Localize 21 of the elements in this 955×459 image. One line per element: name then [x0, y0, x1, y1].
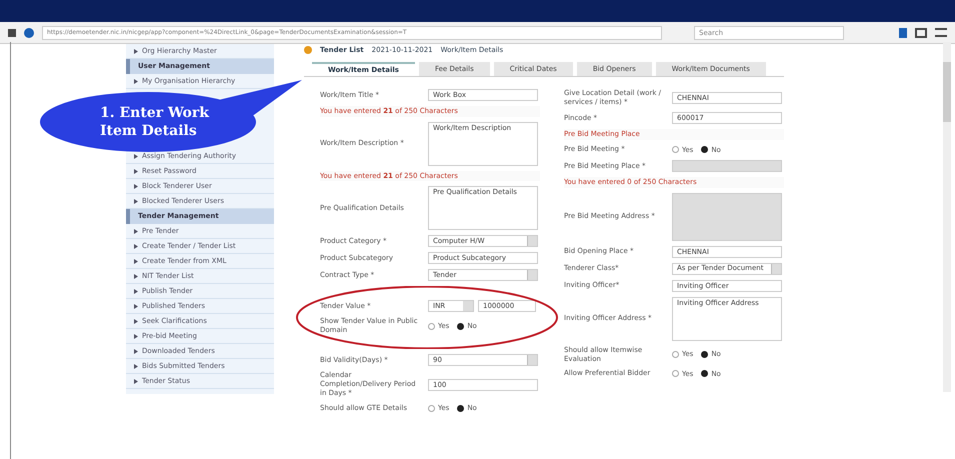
bullet-arrow-icon	[134, 228, 138, 234]
bullet-arrow-icon	[134, 258, 138, 264]
bullet-arrow-icon	[134, 348, 138, 354]
bullet-arrow-icon	[134, 378, 138, 384]
bullet-arrow-icon	[134, 288, 138, 294]
bullet-arrow-icon	[134, 154, 138, 158]
bullet-arrow-icon	[134, 78, 138, 84]
bullet-arrow-icon	[134, 184, 138, 188]
bullet-arrow-icon	[134, 318, 138, 324]
window-icon[interactable]	[915, 28, 927, 38]
scrollbar[interactable]	[943, 42, 951, 392]
bullet-arrow-icon	[134, 364, 138, 368]
bullet-arrow-icon	[134, 168, 138, 174]
bullet-arrow-icon	[134, 274, 138, 278]
bullet-arrow-icon	[134, 334, 138, 338]
bullet-arrow-icon	[134, 244, 138, 248]
bullet-arrow-icon	[134, 48, 138, 54]
callout-text: 1. Enter Work Item Details	[100, 104, 210, 140]
menu-icon[interactable]	[935, 28, 947, 37]
bullet-arrow-icon	[134, 198, 138, 204]
bullet-arrow-icon	[134, 304, 138, 308]
